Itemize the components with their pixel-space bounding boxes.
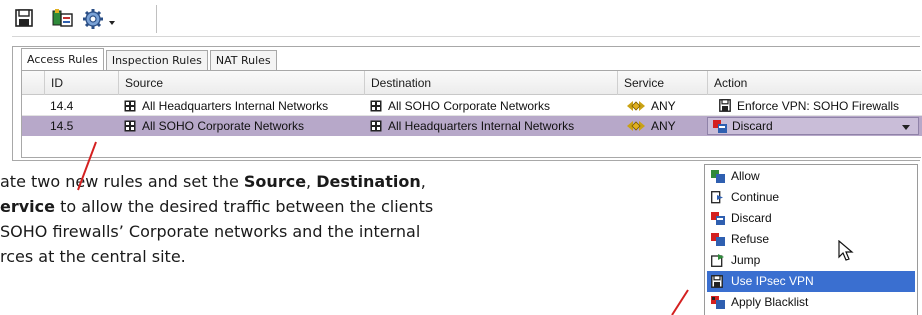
policy-panel: Access Rules Inspection Rules NAT Rules …	[12, 46, 922, 161]
discard-icon	[713, 120, 727, 133]
option-label: Jump	[731, 253, 761, 267]
chevron-down-icon[interactable]	[902, 125, 910, 130]
blacklist-icon	[711, 296, 725, 309]
save-icon	[15, 9, 33, 27]
rule-id: 14.4	[50, 99, 74, 113]
header-source[interactable]: Source	[118, 71, 364, 95]
rule-destination-label: All Headquarters Internal Networks	[388, 119, 575, 133]
header-spacer	[22, 71, 44, 95]
network-group-icon	[124, 120, 136, 132]
tab-access-rules[interactable]: Access Rules	[21, 48, 104, 70]
network-group-icon	[370, 100, 382, 112]
save-button[interactable]	[14, 8, 36, 30]
any-service-icon	[627, 121, 645, 131]
option-refuse[interactable]: Refuse	[707, 229, 915, 250]
rule-destination[interactable]: All SOHO Corporate Networks	[364, 96, 617, 116]
option-label: Allow	[731, 169, 760, 183]
rule-destination-label: All SOHO Corporate Networks	[388, 99, 551, 113]
rule-destination[interactable]: All Headquarters Internal Networks	[364, 116, 617, 136]
option-jump[interactable]: Jump	[707, 250, 915, 271]
rule-service-label: ANY	[651, 119, 676, 133]
instruction-line: rces at the central site.	[0, 244, 600, 269]
copy-policy-icon	[52, 9, 73, 27]
rule-service-label: ANY	[651, 99, 676, 113]
network-group-icon	[124, 100, 136, 112]
action-select[interactable]: Discard	[707, 116, 922, 136]
any-service-icon	[627, 101, 645, 111]
table-header: ID Source Destination Service Action	[22, 71, 922, 95]
allow-icon	[711, 170, 725, 183]
table-row-selected[interactable]: 14.5 All SOHO Corporate Networks All Hea…	[22, 116, 922, 136]
rule-service[interactable]: ANY	[617, 116, 707, 136]
rule-service[interactable]: ANY	[617, 96, 707, 116]
action-combobox[interactable]: Discard	[707, 117, 919, 135]
instruction-line: ate two new rules and set the Source, De…	[0, 169, 600, 194]
option-use-ipsec-vpn[interactable]: Use IPsec VPN	[707, 271, 915, 292]
tab-inspection-rules[interactable]: Inspection Rules	[105, 50, 208, 70]
header-destination[interactable]: Destination	[364, 71, 617, 95]
rule-source-label: All Headquarters Internal Networks	[142, 99, 329, 113]
header-action[interactable]: Action	[707, 71, 922, 95]
continue-icon	[711, 191, 723, 204]
instruction-fragment: ,	[420, 172, 426, 191]
option-discard[interactable]: Discard	[707, 208, 915, 229]
option-allow[interactable]: Allow	[707, 166, 915, 187]
action-dropdown-list: Allow Continue Discard Refuse Jump Use I…	[704, 164, 918, 315]
settings-menu-button[interactable]	[82, 8, 120, 30]
instruction-fragment: rces at the central site.	[0, 247, 186, 266]
rule-action-label: Enforce VPN: SOHO Firewalls	[737, 99, 900, 113]
tab-nat-rules[interactable]: NAT Rules	[209, 50, 277, 70]
settings-gear-icon	[83, 9, 103, 29]
instruction-fragment: ,	[306, 172, 317, 191]
toolbar	[12, 3, 920, 37]
term-source: Source	[243, 172, 307, 191]
option-label: Continue	[731, 190, 780, 204]
option-label: Discard	[731, 211, 772, 225]
network-group-icon	[370, 120, 382, 132]
rule-tabs: Access Rules Inspection Rules NAT Rules	[21, 48, 279, 70]
instruction-line: SOHO firewalls’ Corporate networks and t…	[0, 219, 600, 244]
rule-source[interactable]: All Headquarters Internal Networks	[118, 96, 364, 116]
rule-id: 14.5	[50, 119, 74, 133]
rule-action[interactable]: Enforce VPN: SOHO Firewalls	[707, 96, 922, 116]
action-combobox-value: Discard	[732, 119, 773, 133]
toolbar-separator	[156, 5, 157, 33]
instruction-fragment: SOHO firewalls’ Corporate networks and t…	[0, 222, 421, 241]
option-label: Use IPsec VPN	[731, 274, 814, 288]
option-continue[interactable]: Continue	[707, 187, 915, 208]
chevron-down-icon	[109, 21, 115, 25]
mouse-cursor-icon	[838, 240, 854, 261]
rules-table: ID Source Destination Service Action 14.…	[21, 70, 922, 158]
discard-icon	[711, 212, 725, 225]
option-apply-blacklist[interactable]: Apply Blacklist	[707, 292, 915, 313]
rule-source[interactable]: All SOHO Corporate Networks	[118, 116, 364, 136]
callout-line-vpn	[671, 289, 689, 315]
option-label: Refuse	[731, 232, 770, 246]
instruction-fragment: ate two new rules and set the	[0, 172, 244, 191]
rule-source-label: All SOHO Corporate Networks	[142, 119, 305, 133]
option-label: Apply Blacklist	[731, 295, 809, 309]
jump-icon	[711, 254, 724, 267]
vpn-icon	[711, 275, 723, 288]
table-row[interactable]: 14.4 All Headquarters Internal Networks …	[22, 96, 922, 116]
header-service[interactable]: Service	[617, 71, 707, 95]
term-service: ervice	[0, 197, 55, 216]
refuse-icon	[711, 233, 725, 246]
term-destination: Destination	[316, 172, 421, 191]
vpn-icon	[719, 99, 731, 112]
header-id[interactable]: ID	[44, 71, 118, 95]
instruction-line: ervice to allow the desired traffic betw…	[0, 194, 600, 219]
copy-policy-button[interactable]	[52, 8, 76, 30]
instruction-fragment: to allow the desired traffic between the…	[55, 197, 434, 216]
instruction-text: ate two new rules and set the Source, De…	[0, 169, 600, 269]
